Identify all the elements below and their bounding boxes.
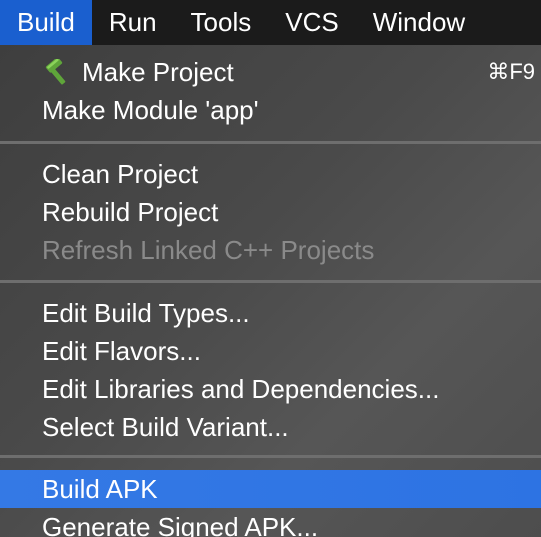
menu-tools[interactable]: Tools (174, 0, 269, 45)
menu-item-build-apk[interactable]: Build APK (0, 470, 541, 508)
screen: Build Run Tools VCS Window Make Project … (0, 0, 541, 537)
menu-item-label: Select Build Variant... (42, 412, 289, 442)
menu-item-label: Make Project (82, 57, 234, 87)
menu-item-select-build-variant[interactable]: Select Build Variant... (0, 408, 541, 446)
menu-item-label: Clean Project (42, 159, 199, 189)
menu-item-label: Edit Libraries and Dependencies... (42, 374, 440, 404)
menu-item-edit-libraries[interactable]: Edit Libraries and Dependencies... (0, 370, 541, 408)
menu-item-label: Refresh Linked C++ Projects (42, 235, 375, 265)
menu-item-edit-flavors[interactable]: Edit Flavors... (0, 332, 541, 370)
menu-item-clean-project[interactable]: Clean Project (0, 155, 541, 193)
menu-separator (0, 455, 541, 458)
menu-bar: Build Run Tools VCS Window (0, 0, 541, 45)
menu-item-label: Edit Flavors... (42, 336, 201, 366)
menu-vcs[interactable]: VCS (268, 0, 355, 45)
menu-window[interactable]: Window (356, 0, 482, 45)
menu-item-make-module[interactable]: Make Module 'app' (0, 91, 541, 129)
menu-item-label: Build APK (42, 474, 158, 504)
shortcut-label: ⌘F9 (487, 59, 535, 84)
menu-separator (0, 280, 541, 283)
menu-item-refresh-linked-cpp: Refresh Linked C++ Projects (0, 231, 541, 269)
build-menu-dropdown: Make Project ⌘F9 Make Module 'app' Clean… (0, 45, 541, 537)
menu-separator (0, 141, 541, 144)
menu-run[interactable]: Run (92, 0, 174, 45)
menu-item-label: Rebuild Project (42, 197, 219, 227)
menu-item-make-project[interactable]: Make Project ⌘F9 (0, 53, 541, 91)
menu-item-label: Make Module 'app' (42, 95, 259, 125)
menu-item-label: Edit Build Types... (42, 298, 250, 328)
menu-item-edit-build-types[interactable]: Edit Build Types... (0, 294, 541, 332)
hammer-icon (45, 59, 66, 85)
menu-item-label: Generate Signed APK... (42, 512, 319, 537)
menu-item-generate-signed-apk[interactable]: Generate Signed APK... (0, 508, 541, 537)
menu-build[interactable]: Build (0, 0, 92, 45)
menu-item-rebuild-project[interactable]: Rebuild Project (0, 193, 541, 231)
